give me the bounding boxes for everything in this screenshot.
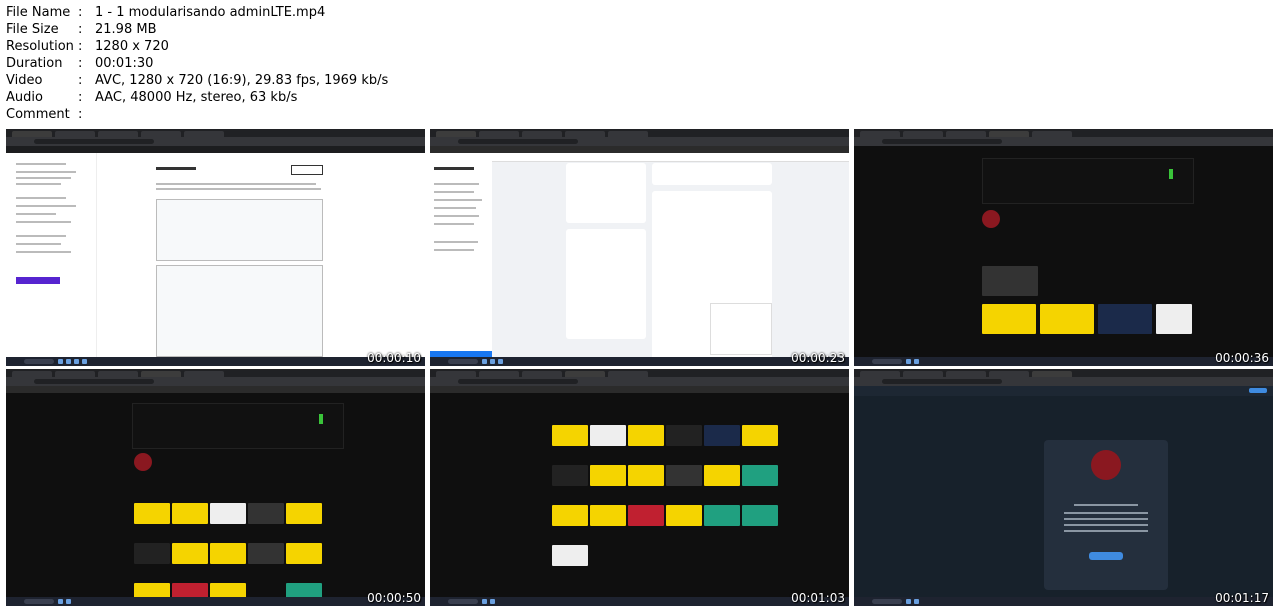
info-row-comment: Comment:: [6, 107, 83, 122]
timestamp: 00:01:17: [1215, 591, 1269, 605]
timestamp: 00:00:10: [367, 351, 421, 365]
info-row-resolution: Resolution:1280 x 720: [6, 39, 169, 54]
bookmarks-bar: [6, 386, 425, 393]
browser-tabs: [6, 129, 425, 137]
taskbar: [6, 597, 425, 606]
taskbar: [854, 357, 1273, 366]
taskbar: [6, 357, 425, 366]
bookmarks-bar: [430, 386, 849, 393]
taskbar: [854, 597, 1273, 606]
url-field: [34, 139, 154, 144]
browser-tabs: [854, 129, 1273, 137]
taskbar: [430, 597, 849, 606]
browser-tabs: [854, 369, 1273, 377]
url-field: [458, 379, 578, 384]
url-field: [458, 139, 578, 144]
thumbnail-5[interactable]: 00:01:03: [430, 369, 849, 606]
youtube-channel-page: [854, 146, 1273, 357]
youtube-videos-page: [430, 393, 849, 597]
browser-tabs: [6, 369, 425, 377]
info-row-duration: Duration:00:01:30: [6, 56, 154, 71]
taskbar: [430, 357, 849, 366]
url-field: [34, 379, 154, 384]
thumbnail-6[interactable]: 00:01:17: [854, 369, 1273, 606]
thumbnail-2[interactable]: 00:00:23: [430, 129, 849, 366]
youtube-channel-page: [6, 393, 425, 604]
thumbnail-1[interactable]: 00:00:10: [6, 129, 425, 366]
bookmarks-bar: [6, 146, 425, 153]
file-info: File Name:1 - 1 modularisando adminLTE.m…: [6, 4, 388, 123]
url-field: [882, 379, 1002, 384]
thumbnail-3[interactable]: 00:00:36: [854, 129, 1273, 366]
browser-tabs: [430, 129, 849, 137]
timestamp: 00:01:03: [791, 591, 845, 605]
thumbnail-grid: 00:00:10 00:00:23 00:00:36 00:00:50 00:0…: [6, 129, 1273, 608]
url-field: [882, 139, 1002, 144]
timestamp: 00:00:36: [1215, 351, 1269, 365]
info-row-audio: Audio: AAC, 48000 Hz, stereo, 63 kb/s: [6, 90, 298, 105]
thumbnail-4[interactable]: 00:00:50: [6, 369, 425, 606]
info-row-video: Video: AVC, 1280 x 720 (16:9), 29.83 fps,…: [6, 73, 389, 88]
bookmarks-bar: [430, 146, 849, 153]
facebook-admin-page: [430, 153, 849, 366]
info-row-file-name: File Name:1 - 1 modularisando adminLTE.m…: [6, 5, 326, 20]
browser-tabs: [430, 369, 849, 377]
telegram-channel-page: [854, 386, 1273, 597]
course-editor-page: [6, 153, 425, 357]
info-row-file-size: File Size:21.98 MB: [6, 22, 157, 37]
timestamp: 00:00:50: [367, 591, 421, 605]
timestamp: 00:00:23: [791, 351, 845, 365]
